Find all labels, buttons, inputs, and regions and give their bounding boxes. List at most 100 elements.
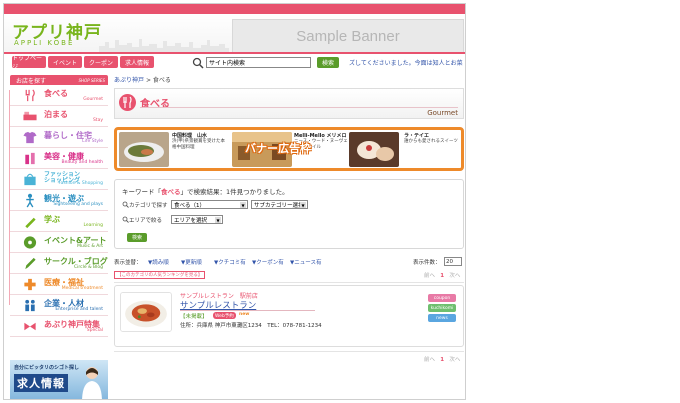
sidebar-item[interactable]: ファッション ショッピング Fashion & Shopping xyxy=(10,169,108,190)
sidebar-header: お店を探す SHOP SERIES xyxy=(10,75,108,85)
sidebar-item-label: 泊まる xyxy=(44,110,68,119)
site-search-input[interactable] xyxy=(206,57,311,68)
pagination-current: 1 xyxy=(440,357,445,363)
sort-by-news[interactable]: ▼ニュース有 xyxy=(290,258,321,266)
category-select[interactable]: 食べる（1） ▼ xyxy=(171,200,248,209)
promo-image-chinese xyxy=(119,132,169,167)
site-header: アプリ神戸 APPLI KOBE Sample Banner xyxy=(4,14,465,53)
promo-banner[interactable]: 中国料理 山水 浜(甲)県景観賞を受けた本格中国料理 Melli-Mello メ… xyxy=(114,127,464,171)
promo-item-name: 中国料理 山水 xyxy=(172,133,208,139)
area-select[interactable]: エリアを選択 ▼ xyxy=(171,215,223,224)
result-keyword: 食べる xyxy=(161,188,181,196)
promo-item-desc: 誰からも愛されるスイーツ xyxy=(404,139,458,144)
sidebar-item-english: Special xyxy=(86,328,103,333)
subcategory-select-value: サブカテゴリー選択 xyxy=(254,202,304,209)
ribbon-icon xyxy=(24,322,36,331)
sort-by-updated[interactable]: ▼更新順 xyxy=(181,258,202,266)
web-reservation-badge: Web予約 xyxy=(213,312,236,319)
promo-item-desc: 浜(甲)県景観賞を受けた本格中国料理 xyxy=(172,139,226,150)
pencil-icon xyxy=(25,217,36,229)
sidebar-item[interactable]: あぷり神戸特集 Special xyxy=(10,316,108,337)
breadcrumb: あぷり神戸 > 食べる xyxy=(114,75,464,87)
search-icon xyxy=(122,201,129,208)
search-icon xyxy=(192,57,204,69)
nav-top-page[interactable]: トップページ xyxy=(12,55,46,71)
pagination-current: 1 xyxy=(440,273,445,279)
sidebar-item-english: Stay xyxy=(92,118,103,123)
sidebar-item[interactable]: 美容・健康 Beauty and health xyxy=(10,148,108,169)
area-filter-label: エリアで絞る xyxy=(129,218,163,224)
page-title-english: Gourmet xyxy=(427,109,458,117)
divider xyxy=(114,282,464,283)
filter-search-button[interactable]: 検索 xyxy=(127,233,147,242)
sidebar-item[interactable]: サークル・ブログ Circle & Blog xyxy=(10,253,108,274)
pagination-prev[interactable]: 前へ xyxy=(424,273,435,279)
sort-label: 表示並替： xyxy=(114,260,142,266)
global-nav: トップページ イベント クーポン 求人情報 検索 ズしてくださいました。今面は知… xyxy=(4,52,465,71)
shop-listing-card[interactable]: サンプルレストラン 駅前店 サンプルレストラン 【未掲載】 Web予約 new … xyxy=(114,285,464,347)
listing-address: 住所：兵庫県 神戸市東灘区1234 TEL：078-781-1234 xyxy=(180,323,322,329)
promo-image-sweets xyxy=(349,132,399,167)
pen-icon xyxy=(25,257,36,270)
sidebar-item-english: Sightseeing and plays xyxy=(53,202,103,207)
new-badge: new xyxy=(239,312,250,317)
sample-banner[interactable]: Sample Banner xyxy=(232,19,464,53)
jobs-banner[interactable]: 自分にピッタリのシゴト探し 求人情報 xyxy=(10,360,108,399)
sidebar-item-english: Learning xyxy=(83,223,103,228)
pagination-next[interactable]: 次へ xyxy=(449,273,460,279)
sidebar-item-english: Medical treatment xyxy=(61,286,103,291)
coupon-badge[interactable]: coupon xyxy=(428,294,456,302)
chevron-down-icon: ▼ xyxy=(215,217,221,223)
sidebar-item[interactable]: 医療・福祉 Medical treatment xyxy=(10,274,108,295)
listing-divider xyxy=(180,310,315,311)
sidebar-item[interactable]: 暮らし・住宅 Life Style xyxy=(10,127,108,148)
medical-icon xyxy=(24,278,36,291)
sidebar-header-label: お店を探す xyxy=(16,77,47,85)
news-badge[interactable]: news xyxy=(428,314,456,322)
search-result-summary: キーワード「食べる」で検索結果：1件見つかりました。 xyxy=(122,186,289,196)
sidebar-item[interactable]: 観光・遊ぶ Sightseeing and plays xyxy=(10,190,108,211)
nav-jobs[interactable]: 求人情報 xyxy=(120,56,154,68)
site-search-button[interactable]: 検索 xyxy=(317,57,339,68)
area-select-value: エリアを選択 xyxy=(174,217,208,224)
sidebar-item[interactable]: 企業・人材 Enterprise and talent xyxy=(10,295,108,316)
sort-by-reading[interactable]: ▼読み順 xyxy=(148,258,169,266)
sort-by-coupons[interactable]: ▼クーポン有 xyxy=(252,258,284,266)
sort-by-reviews[interactable]: ▼クチコミ有 xyxy=(214,258,246,266)
per-page-select[interactable]: 20 xyxy=(444,257,462,266)
sidebar-header-sub: SHOP SERIES xyxy=(78,77,105,83)
sidebar-item[interactable]: 学ぶ Learning xyxy=(10,211,108,232)
per-page-label: 表示件数： xyxy=(413,260,441,266)
sidebar-item-english: Enterprise and talent xyxy=(55,307,103,312)
divider xyxy=(114,351,464,352)
bed-icon xyxy=(23,111,37,121)
sidebar-item[interactable]: 食べる Gourmet xyxy=(10,85,108,106)
sidebar-item[interactable]: 泊まる Stay xyxy=(10,106,108,127)
result-prefix: キーワード「 xyxy=(122,188,161,196)
title-underline xyxy=(140,107,458,108)
bag-icon xyxy=(24,173,36,186)
promo-item-name: Melli-Mello メリメロ xyxy=(294,133,347,139)
pagination-prev[interactable]: 前へ xyxy=(424,357,435,363)
top-color-bar xyxy=(4,4,465,14)
browser-page: アプリ神戸 APPLI KOBE Sample Banner トップページ イベ… xyxy=(3,3,466,400)
pagination-top: 前へ 1 次へ xyxy=(424,271,460,279)
kuchikomi-badge[interactable]: kuchikomi xyxy=(428,304,456,312)
sidebar-item-english: Gourmet xyxy=(83,97,103,102)
breadcrumb-separator: > xyxy=(145,77,151,84)
person-icon xyxy=(82,367,102,399)
shirt-icon xyxy=(23,131,37,144)
ranking-link[interactable]: 【このカテゴリの人気ランキングを見る】 xyxy=(114,271,206,279)
sidebar-item-english: Beauty and health xyxy=(61,160,103,165)
nav-coupons[interactable]: クーポン xyxy=(84,56,118,68)
news-ticker[interactable]: ズしてくださいました。今面は知人とお菜 xyxy=(349,58,463,67)
nav-events[interactable]: イベント xyxy=(48,56,82,68)
sidebar-item[interactable]: イベント&アート Music & Art xyxy=(10,232,108,253)
pagination-next[interactable]: 次へ xyxy=(449,357,460,363)
listing-photo-pasta xyxy=(120,292,172,332)
jobs-banner-tagline: 自分にピッタリのシゴト探し xyxy=(14,365,80,371)
subcategory-select[interactable]: サブカテゴリー選択 ▼ xyxy=(251,200,308,209)
breadcrumb-home[interactable]: あぷり神戸 xyxy=(114,77,144,84)
result-suffix: 件見つかりました。 xyxy=(230,188,289,196)
jobs-banner-title: 求人情報 xyxy=(14,374,68,392)
